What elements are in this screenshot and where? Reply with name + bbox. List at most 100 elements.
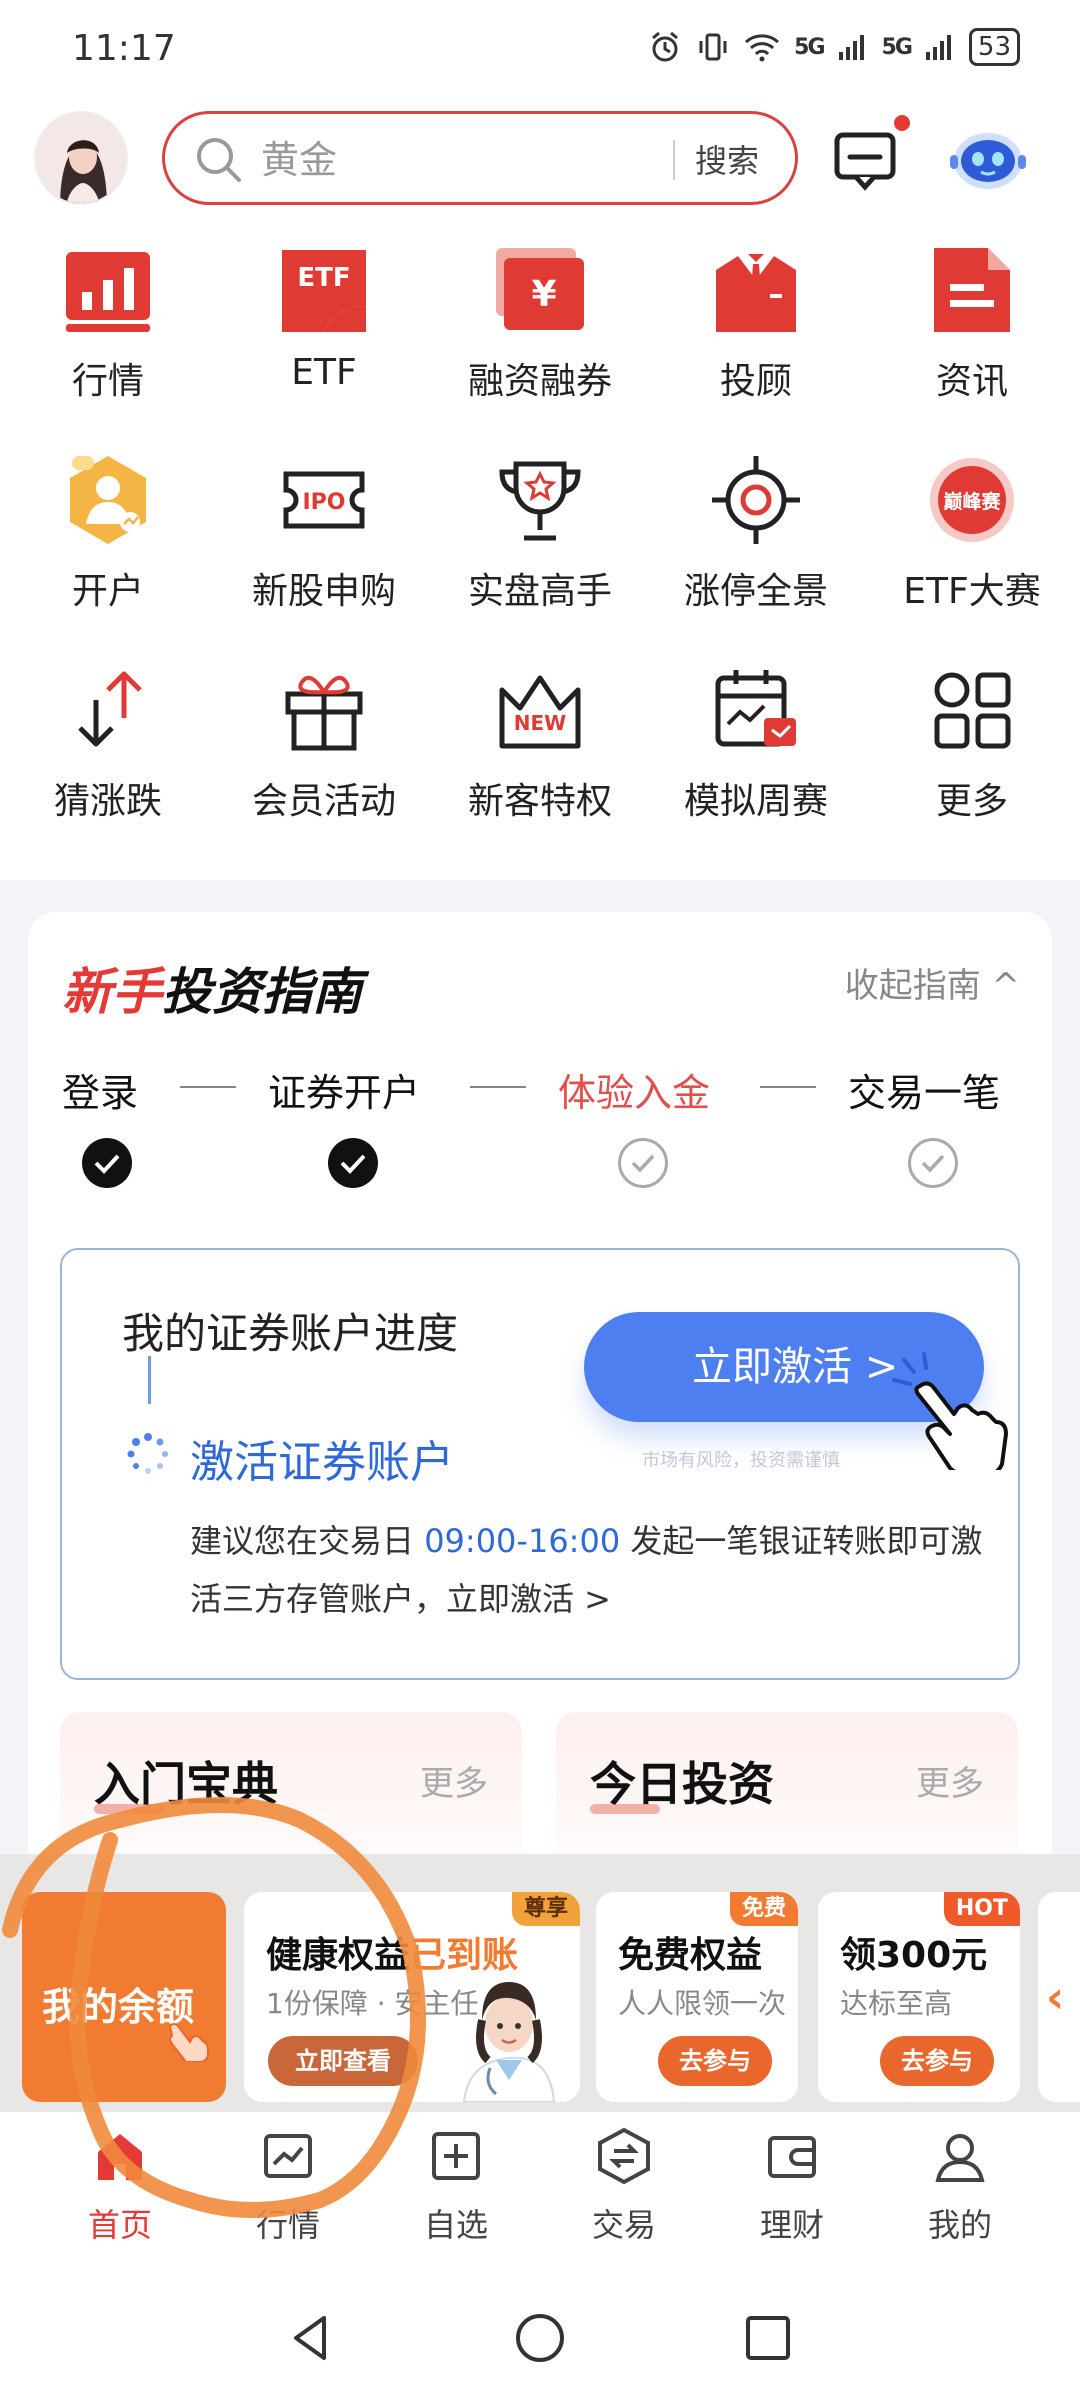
join-button[interactable]: 去参与 xyxy=(658,2036,772,2086)
bottom-navigation: 首页 行情 自选 交易 理财 我的 xyxy=(0,2112,1080,2280)
guide-title: 新手投资指南 xyxy=(62,952,362,1024)
grid-item-guess[interactable]: 猜涨跌 xyxy=(0,660,216,860)
view-now-button[interactable]: 立即查看 xyxy=(268,2036,418,2086)
grid-label: 猜涨跌 xyxy=(53,781,162,822)
more-link[interactable]: 更多 xyxy=(916,1756,984,1805)
my-balance-card[interactable]: 我的余额 xyxy=(22,1892,226,2102)
search-divider xyxy=(673,140,675,180)
battery-indicator: 53 xyxy=(968,28,1020,66)
grid-item-weekly-sim[interactable]: 模拟周赛 xyxy=(648,660,864,860)
promo-subtitle: 人人限领一次 xyxy=(618,1987,787,2020)
grid-item-more[interactable]: 更多 xyxy=(864,660,1080,860)
up-down-arrows-icon xyxy=(78,671,142,747)
nav-trade[interactable]: 交易 xyxy=(540,2126,708,2246)
chart-bars-icon xyxy=(66,252,150,332)
grid-item-new-customer[interactable]: NEW 新客特权 xyxy=(432,660,648,860)
vibrate-icon xyxy=(699,33,727,61)
search-icon xyxy=(197,138,241,182)
robot-assistant-icon[interactable] xyxy=(948,119,1028,195)
grid-item-etf-contest[interactable]: 巅峰赛 ETF大赛 xyxy=(864,450,1080,650)
guide-title-red: 新手 xyxy=(62,963,162,1021)
activate-description: 建议您在交易日 09:00-16:00 发起一笔银证转账即可激活三方存管账户，立… xyxy=(190,1512,990,1628)
search-button[interactable]: 搜索 xyxy=(695,136,759,182)
nav-wealth[interactable]: 理财 xyxy=(708,2126,876,2246)
nav-label: 自选 xyxy=(423,2206,488,2244)
pointing-hand-icon xyxy=(892,1352,1008,1470)
promo-scroll-card[interactable]: ‹ xyxy=(1038,1892,1080,2102)
etf-icon: ETF xyxy=(282,250,366,332)
signal-1-icon xyxy=(838,35,864,60)
wallet-icon xyxy=(768,2136,816,2178)
more-link[interactable]: 更多 xyxy=(420,1756,488,1805)
check-icon xyxy=(94,1154,120,1174)
ipo-ticket-icon: IPO xyxy=(283,471,365,529)
free-benefit-card[interactable]: 免费 免费权益 人人限领一次 去参与 xyxy=(596,1892,798,2102)
crown-new-icon: NEW xyxy=(499,675,581,749)
join-button[interactable]: 去参与 xyxy=(880,2036,994,2086)
signal-2-icon xyxy=(925,35,951,60)
nav-watchlist[interactable]: 自选 xyxy=(372,2126,540,2246)
nav-profile[interactable]: 我的 xyxy=(876,2126,1044,2246)
grid-item-ipo[interactable]: IPO 新股申购 xyxy=(216,450,432,650)
gift-icon xyxy=(285,675,363,751)
grid-label: ETF xyxy=(291,352,357,393)
activate-desc-time: 09:00-16:00 xyxy=(424,1522,621,1560)
step-pending-icon xyxy=(618,1138,668,1188)
recents-square-icon[interactable] xyxy=(740,2310,796,2366)
grid-label: 行情 xyxy=(71,361,144,402)
grid-item-market[interactable]: 行情 xyxy=(0,240,216,440)
guide-title-black: 投资指南 xyxy=(162,963,362,1021)
step-label: 登录 xyxy=(62,1071,139,1115)
status-bar: 11:17 5G 5G 53 xyxy=(0,0,1080,100)
health-benefit-card[interactable]: 尊享 健康权益已到账 1份保障 · 安主任 立即查看 xyxy=(244,1892,580,2102)
trade-exchange-icon xyxy=(598,2127,650,2185)
grid-item-member[interactable]: 会员活动 xyxy=(216,660,432,860)
home-circle-icon[interactable] xyxy=(512,2310,568,2366)
collapse-guide-button[interactable]: 收起指南 ^ xyxy=(845,958,1020,1007)
nav-home[interactable]: 首页 xyxy=(36,2126,204,2246)
status-icons: 5G 5G 53 xyxy=(648,28,1020,66)
avatar[interactable] xyxy=(34,111,128,205)
step-label: 证券开户 xyxy=(268,1071,421,1115)
grid-label: 投顾 xyxy=(719,361,792,402)
search-bar[interactable]: 搜索 xyxy=(162,111,798,205)
search-input[interactable] xyxy=(261,132,581,188)
grid-item-margin[interactable]: ¥ 融资融券 xyxy=(432,240,648,440)
step-done-icon xyxy=(328,1138,378,1188)
loading-spinner-icon xyxy=(127,1433,168,1474)
reward-300-card[interactable]: HOT 领300元 达标至高 去参与 xyxy=(818,1892,1020,2102)
step-connector xyxy=(470,1086,526,1088)
market-chart-icon xyxy=(264,2134,312,2178)
message-icon[interactable] xyxy=(832,121,898,193)
nav-label: 交易 xyxy=(591,2206,656,2244)
promo-badge: 免费 xyxy=(729,1892,798,1926)
check-outline-icon xyxy=(921,1154,945,1173)
grid-item-news[interactable]: 资讯 xyxy=(864,240,1080,440)
grid-item-etf[interactable]: ETF ETF xyxy=(216,240,432,440)
signal-2-label: 5G xyxy=(881,34,913,60)
grid-item-advisor[interactable]: 投顾 xyxy=(648,240,864,440)
plus-square-icon xyxy=(432,2132,480,2180)
step-label: 交易一笔 xyxy=(848,1071,1001,1115)
grid-label: 会员活动 xyxy=(251,781,396,822)
calendar-chart-icon xyxy=(715,670,796,747)
top-header: 搜索 xyxy=(0,105,1080,215)
grid-label: 涨停全景 xyxy=(683,571,828,612)
grid-item-limit-up[interactable]: 涨停全景 xyxy=(648,450,864,650)
grid-item-open-account[interactable]: 开户 xyxy=(0,450,216,650)
doctor-illustration-icon xyxy=(462,1982,556,2102)
signal-1-label: 5G xyxy=(794,34,825,60)
guide-steps: 登录 证券开户 体验入金 交易一笔 xyxy=(28,1062,1052,1192)
grid-item-master-trader[interactable]: 实盘高手 xyxy=(432,450,648,650)
check-icon xyxy=(340,1154,366,1174)
nav-market[interactable]: 行情 xyxy=(204,2126,372,2246)
grid-more-icon xyxy=(934,672,1011,749)
yen-card-icon: ¥ xyxy=(496,248,584,330)
mini-card-title: 今日投资 xyxy=(590,1757,774,1811)
svg-text:NEW: NEW xyxy=(514,711,566,735)
back-triangle-icon[interactable] xyxy=(284,2310,340,2366)
promo-subtitle: 达标至高 xyxy=(840,1987,953,2020)
target-icon xyxy=(712,456,800,544)
nav-label: 行情 xyxy=(255,2206,320,2244)
grid-label: 资讯 xyxy=(935,361,1008,402)
